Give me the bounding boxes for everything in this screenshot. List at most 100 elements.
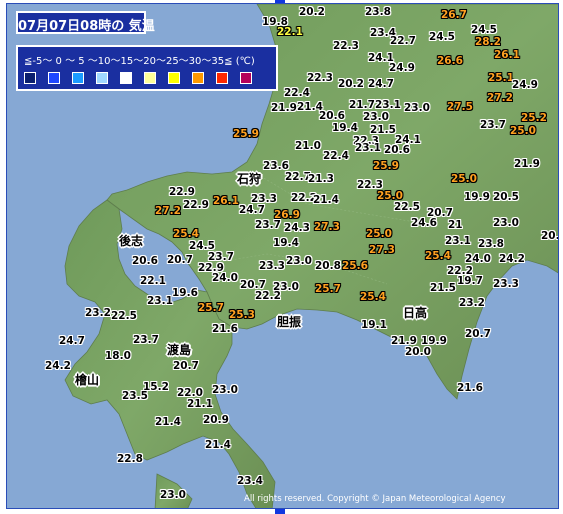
legend-swatch xyxy=(192,72,204,84)
map-title: 07月07日08時の 気温 xyxy=(18,19,155,34)
temperature-label: 25.4 xyxy=(173,228,199,240)
temperature-label: 25.7 xyxy=(315,283,341,295)
temperature-label: 23.1 xyxy=(375,99,401,111)
legend-swatch xyxy=(72,72,84,84)
temperature-label: 25.4 xyxy=(425,250,451,262)
temperature-label: 22.4 xyxy=(323,150,349,162)
temperature-label: 27.5 xyxy=(447,101,473,113)
temperature-label: 21.1 xyxy=(187,398,213,410)
temperature-map: 07月07日08時の 気温 ≦-5〜 0 〜 5 〜10〜15〜20〜25〜30… xyxy=(6,3,559,509)
temperature-label: 23.1 xyxy=(445,235,471,247)
temperature-label: 22.8 xyxy=(117,453,143,465)
temperature-label: 20.2 xyxy=(541,230,558,242)
temperature-label: 26.1 xyxy=(213,195,239,207)
temperature-label: 19.6 xyxy=(172,287,198,299)
temperature-label: 21.3 xyxy=(308,173,334,185)
temperature-label: 23.7 xyxy=(480,119,506,131)
temperature-label: 25.4 xyxy=(360,291,386,303)
temperature-label: 23.7 xyxy=(133,334,159,346)
temperature-label: 23.0 xyxy=(363,111,389,123)
temperature-label: 24.2 xyxy=(499,253,525,265)
temperature-label: 23.0 xyxy=(286,255,312,267)
temperature-label: 27.2 xyxy=(155,205,181,217)
temperature-label: 25.9 xyxy=(233,128,259,140)
place-oshima: 渡島 xyxy=(167,343,192,357)
temperature-label: 22.5 xyxy=(111,310,137,322)
temperature-label: 23.8 xyxy=(478,238,504,250)
copyright-notice: All rights reserved. Copyright © Japan M… xyxy=(244,494,506,504)
temperature-label: 25.9 xyxy=(373,160,399,172)
temperature-label: 24.9 xyxy=(389,62,415,74)
temperature-label: 19.4 xyxy=(332,122,358,134)
legend-swatch xyxy=(216,72,228,84)
temperature-label: 23.0 xyxy=(493,217,519,229)
temperature-label: 24.0 xyxy=(212,272,238,284)
temperature-label: 27.3 xyxy=(369,244,395,256)
place-iburi: 胆振 xyxy=(277,315,302,329)
temperature-label: 24.7 xyxy=(59,335,85,347)
temperature-label: 22.1 xyxy=(277,26,303,38)
temperature-label: 23.1 xyxy=(147,295,173,307)
temperature-label: 20.0 xyxy=(405,346,431,358)
temperature-label: 28.2 xyxy=(475,36,501,48)
temperature-label: 25.0 xyxy=(366,228,392,240)
temperature-label: 22.7 xyxy=(390,35,416,47)
place-shiribeshi: 後志 xyxy=(119,234,144,248)
temperature-label: 24.5 xyxy=(471,24,497,36)
temperature-label: 21.0 xyxy=(295,140,321,152)
temperature-label: 19.7 xyxy=(457,275,483,287)
temperature-label: 24.6 xyxy=(411,217,437,229)
temperature-label: 25.2 xyxy=(521,112,547,124)
temperature-label: 23.1 xyxy=(355,142,381,154)
temperature-label: 20.7 xyxy=(465,328,491,340)
temperature-label: 27.3 xyxy=(314,221,340,233)
temperature-label: 21.9 xyxy=(271,102,297,114)
temperature-label: 26.6 xyxy=(437,55,463,67)
temperature-label: 23.8 xyxy=(365,6,391,18)
temperature-label: 23.5 xyxy=(122,390,148,402)
temperature-label: 23.0 xyxy=(404,102,430,114)
temperature-label: 22.2 xyxy=(255,290,281,302)
temperature-label: 25.0 xyxy=(451,173,477,185)
temperature-label: 20.2 xyxy=(299,6,325,18)
temperature-label: 21.4 xyxy=(205,439,231,451)
temperature-label: 26.1 xyxy=(494,49,520,61)
temperature-label: 22.9 xyxy=(169,186,195,198)
temperature-label: 21.5 xyxy=(430,282,456,294)
temperature-label: 24.2 xyxy=(45,360,71,372)
temperature-label: 20.5 xyxy=(493,191,519,203)
temperature-label: 25.6 xyxy=(342,260,368,272)
temperature-label: 20.9 xyxy=(203,414,229,426)
temperature-label: 23.0 xyxy=(212,384,238,396)
temperature-label: 27.2 xyxy=(487,92,513,104)
legend-ranges: ≦-5〜 0 〜 5 〜10〜15〜20〜25〜30〜35≦ (℃) xyxy=(24,56,255,67)
temperature-label: 22.5 xyxy=(394,201,420,213)
temperature-label: 25.1 xyxy=(488,72,514,84)
temperature-label: 24.7 xyxy=(239,204,265,216)
legend-swatch xyxy=(120,72,132,84)
temperature-label: 24.3 xyxy=(284,222,310,234)
legend: ≦-5〜 0 〜 5 〜10〜15〜20〜25〜30〜35≦ (℃) xyxy=(16,45,278,91)
temperature-label: 23.0 xyxy=(160,489,186,501)
map-title-box: 07月07日08時の 気温 xyxy=(16,11,155,34)
temperature-label: 23.4 xyxy=(237,475,263,487)
temperature-label: 23.2 xyxy=(85,307,111,319)
place-hidaka: 日高 xyxy=(403,306,428,320)
temperature-label: 20.6 xyxy=(319,110,345,122)
temperature-label: 24.9 xyxy=(512,79,538,91)
temperature-label: 22.3 xyxy=(307,72,333,84)
temperature-label: 21.7 xyxy=(349,99,375,111)
temperature-label: 24.0 xyxy=(465,253,491,265)
temperature-label: 23.3 xyxy=(259,260,285,272)
temperature-label: 23.3 xyxy=(493,278,519,290)
temperature-label: 19.1 xyxy=(361,319,387,331)
legend-swatch xyxy=(168,72,180,84)
temperature-label: 25.3 xyxy=(229,309,255,321)
temperature-label: 25.7 xyxy=(198,302,224,314)
temperature-label: 20.7 xyxy=(173,360,199,372)
temperature-label: 24.5 xyxy=(429,31,455,43)
temperature-label: 21.6 xyxy=(212,323,238,335)
temperature-label: 23.2 xyxy=(459,297,485,309)
legend-swatch xyxy=(24,72,36,84)
temperature-label: 25.0 xyxy=(510,125,536,137)
